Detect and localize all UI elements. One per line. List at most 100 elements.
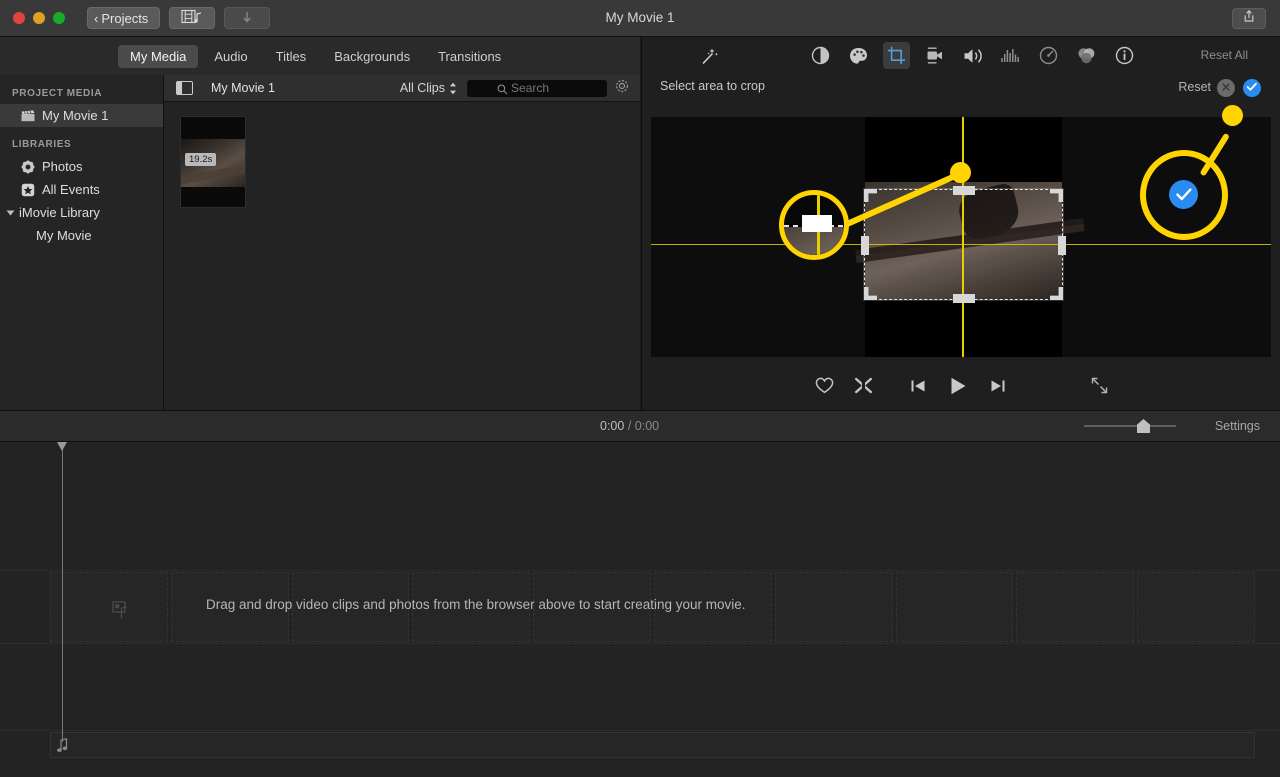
timeline-settings-button[interactable]: Settings [1215,419,1260,433]
disclosure-triangle-icon[interactable] [6,210,15,215]
crop-control-bar: Select area to crop Reset [642,75,1280,102]
reject-x-icon[interactable] [854,377,873,399]
timeline-lane-divider-mid [0,643,1280,644]
color-correction-icon[interactable] [845,42,872,69]
sidebar-item-all-events[interactable]: All Events [0,178,163,201]
clip-filter-label: All Clips [399,81,445,95]
crop-icon[interactable] [883,42,910,69]
crop-handle-top[interactable] [952,186,975,195]
clip-filter-dropdown[interactable]: All Clips [400,81,457,95]
drop-cell[interactable] [50,572,168,642]
window-titlebar: ‹ Projects My Movie 1 [0,0,1280,37]
clip-duration-badge: 19.2s [185,153,217,166]
crop-handle-bottom-left[interactable] [864,287,877,300]
total-time: 0:00 [634,419,660,433]
search-placeholder: Search [511,81,550,95]
reset-all-button[interactable]: Reset All [1201,48,1248,62]
sidebar-item-label: My Movie [36,228,92,243]
timeline-lane-divider-bottom [0,730,1280,731]
clapperboard-icon [20,108,35,123]
crop-handle-magnifier [779,190,849,260]
imovie-window: ‹ Projects My Movie 1 My Media Audio Tit… [0,0,1280,777]
timeline-audio-lane[interactable] [50,732,1255,758]
crop-handle-top-left[interactable] [864,189,877,202]
info-icon[interactable] [1111,42,1138,69]
tab-my-media[interactable]: My Media [118,44,199,68]
crop-cancel-button[interactable] [1217,79,1235,97]
heart-icon[interactable] [815,377,834,399]
viewer-playback-bar [642,367,1280,409]
sidebar-item-photos[interactable]: Photos [0,155,163,178]
skip-next-icon[interactable] [990,378,1006,399]
color-balance-icon[interactable] [807,42,834,69]
crop-handle-bottom-right[interactable] [1050,287,1063,300]
adjustment-tool-group [807,42,1138,69]
sidebar-item-label: All Events [42,182,100,197]
timeline-drop-hint: Drag and drop video clips and photos fro… [206,597,746,612]
library-sidebar: PROJECT MEDIA My Movie 1 LIBRARIES Photo… [0,75,164,410]
media-browser-title: My Movie 1 [211,81,275,95]
clip-grid: 19.2s [164,102,640,208]
playhead-triangle-icon [57,442,67,451]
speed-icon[interactable] [1035,42,1062,69]
crop-handle-top-right[interactable] [1050,189,1063,202]
viewer-toolbar: Reset All [642,37,1280,75]
cancel-x-icon [1221,79,1231,97]
tab-transitions[interactable]: Transitions [426,45,513,68]
media-browser-pane: My Movie 1 All Clips Search 19.2s [164,75,640,410]
crop-handle-right[interactable] [1058,235,1066,255]
tab-titles[interactable]: Titles [264,45,319,68]
sidebar-item-label: My Movie 1 [42,108,109,123]
tab-backgrounds[interactable]: Backgrounds [322,45,422,68]
timeline-lane-divider-top [0,570,1280,571]
play-icon[interactable] [948,376,968,401]
crop-handle-bottom[interactable] [952,294,975,303]
search-icon [497,82,508,100]
annotation-dot-crop-handle [950,162,971,183]
drop-cell[interactable] [1137,572,1255,642]
media-clip-thumbnail[interactable]: 19.2s [180,116,246,208]
volume-icon[interactable] [959,42,986,69]
sidebar-toggle-icon[interactable] [176,81,193,95]
sidebar-section-libraries: LIBRARIES [12,139,72,150]
timeline-zoom-slider[interactable] [1084,419,1176,433]
clip-filter-icon[interactable] [1073,42,1100,69]
search-input[interactable]: Search [467,79,607,100]
updown-stepper-icon [449,82,457,95]
annotation-dot-apply [1222,105,1243,126]
crop-reset-button[interactable]: Reset [1178,80,1211,94]
sidebar-item-my-movie[interactable]: My Movie [0,224,163,247]
timecode-separator: / [627,419,632,433]
timeline-pane[interactable]: Drag and drop video clips and photos fro… [0,442,1280,777]
sidebar-item-my-movie-1[interactable]: My Movie 1 [0,104,163,127]
current-time: 0:00 [600,419,625,433]
timeline-playhead[interactable] [57,442,67,742]
timecode-display: 0:00 / 0:00 [600,419,659,433]
crop-apply-button[interactable] [1243,79,1261,97]
sidebar-item-label: Photos [42,159,83,174]
media-browser-toolbar: My Movie 1 All Clips Search [164,75,640,102]
magnifier-crop-handle [802,215,832,232]
sidebar-item-label: iMovie Library [19,205,100,220]
noise-reduction-icon[interactable] [997,42,1024,69]
timeline-header: 0:00 / 0:00 Settings [0,410,1280,442]
apply-check-icon [1246,79,1258,97]
stabilization-icon[interactable] [921,42,948,69]
crop-handle-left[interactable] [861,235,869,255]
sidebar-item-imovie-library[interactable]: iMovie Library [0,201,163,224]
window-title: My Movie 1 [605,10,675,25]
tab-audio[interactable]: Audio [202,45,259,68]
skip-previous-icon[interactable] [910,378,926,399]
star-badge-icon [20,182,35,197]
browser-tab-bar: My Media Audio Titles Backgrounds Transi… [0,37,640,75]
share-icon [1243,9,1255,28]
share-button[interactable] [1232,8,1266,29]
callout-apply-check-icon [1169,180,1198,209]
fullscreen-button[interactable] [1090,376,1109,400]
transport-controls [910,376,1006,401]
media-placeholder-icon [112,601,129,625]
zoom-slider-knob[interactable] [1137,419,1150,433]
gear-icon[interactable] [614,78,630,99]
sidebar-section-project-media: PROJECT MEDIA [12,88,103,99]
magic-wand-icon[interactable] [699,47,719,72]
